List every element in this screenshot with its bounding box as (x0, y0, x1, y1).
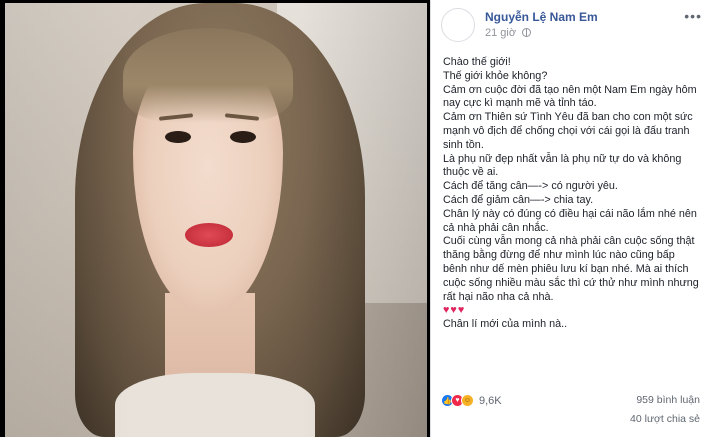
more-options-icon[interactable]: ••• (684, 8, 702, 24)
post-line: Chào thế giới! (443, 56, 511, 68)
hearts-emoji: ♥♥♥ (443, 304, 466, 317)
post-line: Cuối cùng vẫn mong cả nhà phải cân cuộc … (443, 235, 699, 303)
post-header: Nguyễn Lệ Nam Em 21 giờ ••• (431, 0, 710, 50)
reactions-summary[interactable]: 👍 ♥ ☺ 9,6K (441, 394, 502, 407)
post-line: Cảm ơn cuộc đời đã tạo nên một Nam Em ng… (443, 83, 697, 110)
haha-icon: ☺ (461, 394, 474, 407)
photo-area (0, 0, 430, 437)
post-line: Cách để tăng cân—-> có người yêu. (443, 180, 618, 193)
post-line: Cảm ơn Thiên sứ Tình Yêu đã ban cho con … (443, 111, 693, 151)
post-line: Chân lý này có đúng có điều hại cái não … (443, 207, 697, 234)
photo-viewer: Nguyễn Lệ Nam Em 21 giờ ••• Chào thế giớ… (0, 0, 710, 437)
post-photo[interactable] (5, 3, 427, 437)
post-footer: 👍 ♥ ☺ 9,6K 959 bình luận 40 lượt chia sẻ (431, 388, 710, 437)
comments-count[interactable]: 959 bình luận (636, 394, 700, 406)
globe-icon (522, 28, 532, 37)
author-name[interactable]: Nguyễn Lệ Nam Em (485, 10, 598, 24)
shares-count[interactable]: 40 lượt chia sẻ (630, 413, 700, 425)
post-text: Chào thế giới! Thế giới khỏe không? Cảm … (443, 56, 701, 332)
post-line: Cách để giảm cân—-> chia tay. (443, 193, 594, 206)
post-time-label[interactable]: 21 giờ (485, 27, 516, 39)
photo-shade (5, 3, 427, 437)
post-time[interactable]: 21 giờ (485, 27, 532, 39)
reactions-count[interactable]: 9,6K (479, 395, 502, 407)
post-line: Là phụ nữ đẹp nhất vẫn là phụ nữ tự do v… (443, 152, 682, 179)
avatar[interactable] (441, 8, 475, 42)
post-side-panel: Nguyễn Lệ Nam Em 21 giờ ••• Chào thế giớ… (430, 0, 710, 437)
post-line: Thế giới khỏe không? (443, 69, 548, 82)
post-line: Chân lí mới của mình nà.. (443, 318, 568, 331)
